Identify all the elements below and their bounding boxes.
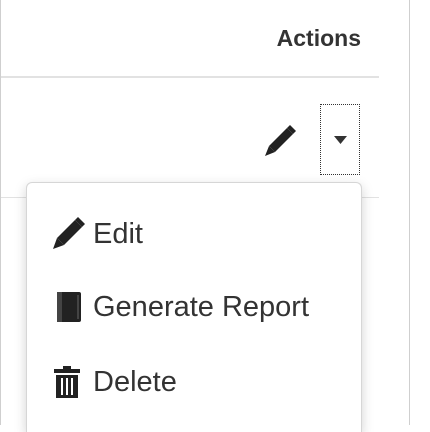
row-edit-button[interactable]: [257, 124, 301, 164]
actions-dropdown-toggle[interactable]: [320, 104, 360, 175]
pencil-icon: [51, 216, 93, 252]
menu-item-generate-report[interactable]: Generate Report: [27, 279, 361, 335]
actions-column-header: Actions: [276, 25, 361, 51]
menu-item-label: Edit: [93, 217, 143, 250]
menu-item-edit[interactable]: Edit: [27, 206, 361, 262]
table-header: Actions: [1, 0, 379, 78]
pencil-icon: [261, 124, 297, 165]
menu-item-label: Delete: [93, 365, 177, 398]
actions-dropdown-menu: Edit Generate Report Delete: [26, 182, 362, 432]
caret-down-icon: [333, 131, 347, 149]
book-icon: [51, 289, 93, 325]
menu-item-label: Generate Report: [93, 290, 310, 323]
trash-icon: [51, 364, 93, 400]
table-panel: Actions Edit Generate Report Delete: [0, 0, 410, 432]
menu-item-delete[interactable]: Delete: [27, 354, 361, 410]
